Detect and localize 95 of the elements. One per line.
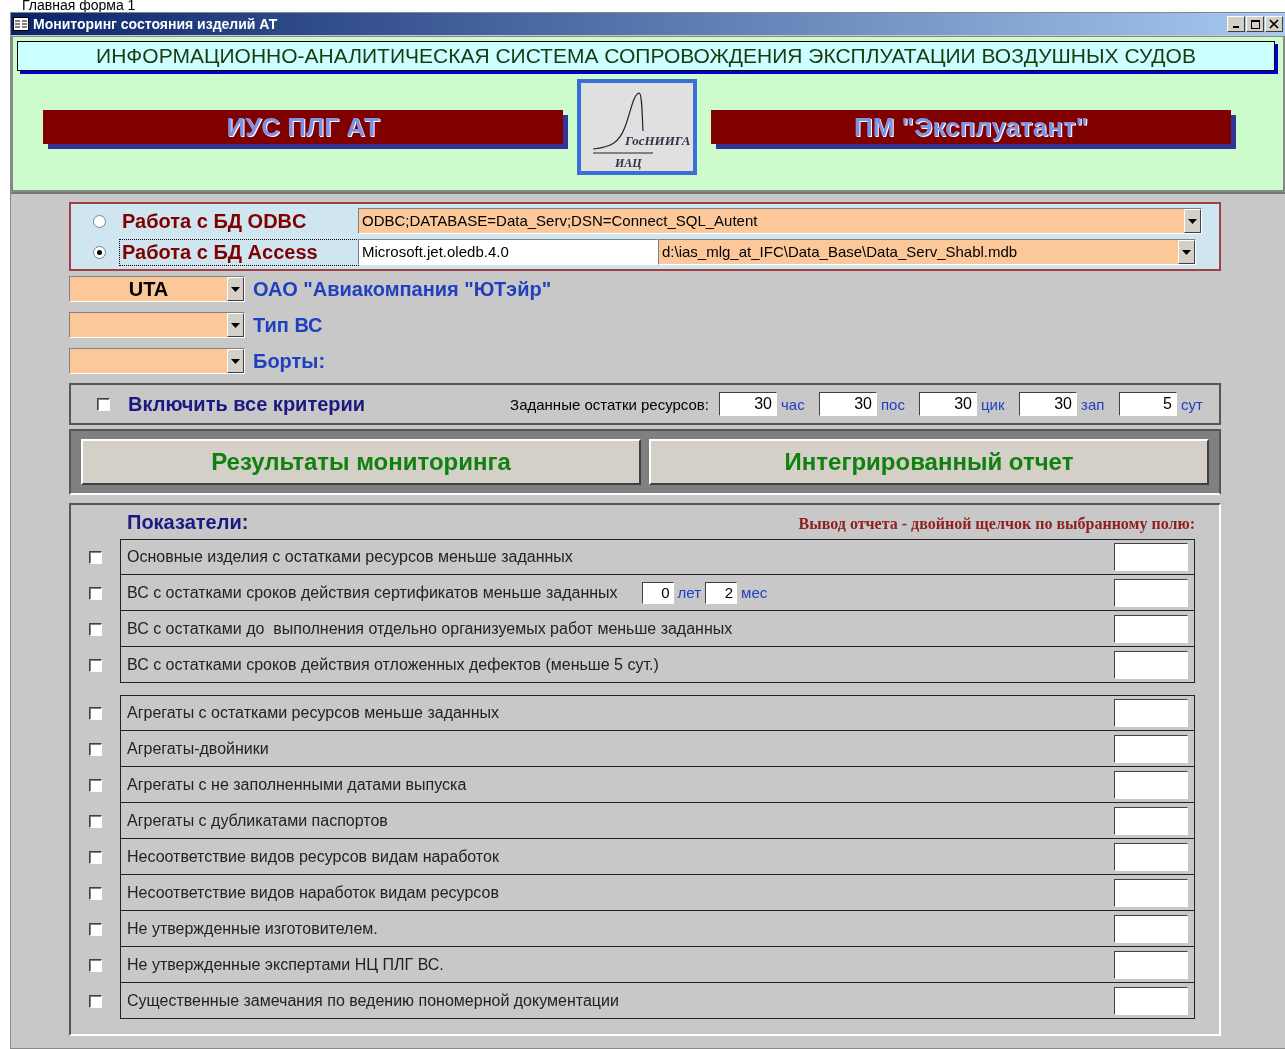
indicator-label: Несоответствие видов ресурсов видам наработок [127,847,499,866]
caption-text: Главная форма 1 [22,0,136,12]
indicator-row[interactable]: Агрегаты с дубликатами паспортов [120,803,1195,839]
indicator-row[interactable]: Агрегаты-двойники [120,731,1195,767]
section-title: Показатели: [127,511,249,534]
radio-label[interactable]: Работа с БД Access [120,239,358,265]
checkbox[interactable] [89,586,102,600]
dropdown-field[interactable]: ODBC;DATABASE=Data_Serv;DSN=Connect_SQL_Autent [358,208,1202,234]
number-field[interactable]: 2 [705,581,738,604]
indicator-row[interactable]: Несоответствие видов наработок видам ресурсов [120,875,1195,911]
resources-label: Заданные остатки ресурсов: [510,395,709,413]
result-field[interactable] [1114,950,1188,979]
unit-label: сут [1181,395,1204,413]
indicator-label: ВС с остатками сроков действия отложенных дефектов (меньше 5 сут.) [127,655,659,674]
indicator-row[interactable]: Существенные замечания по ведению пономерной документации [120,983,1195,1019]
checkbox[interactable] [89,922,102,936]
filter-label: Борты: [253,349,326,373]
close-icon [1268,18,1280,30]
unit-label: час [781,395,806,413]
result-field[interactable] [1114,699,1188,727]
checkbox[interactable] [89,778,102,792]
result-field[interactable] [1114,614,1188,643]
indicator-label: ВС с остатками сроков действия сертификатов меньше заданных [127,583,618,602]
indicator-label: Агрегаты с дубликатами паспортов [127,811,388,830]
result-field[interactable] [1114,578,1188,607]
result-field[interactable] [1114,543,1188,571]
indicator-label: Несоответствие видов наработок видам ресурсов [127,883,499,902]
close-button[interactable] [1265,16,1283,32]
checkbox[interactable] [89,994,102,1008]
indicator-label: Агрегаты с остатками ресурсов меньше заданных [127,704,500,722]
number-field[interactable]: 0 [641,581,674,604]
number-field[interactable]: 30 [819,392,877,416]
number-field[interactable]: 30 [719,392,777,416]
indicator-row[interactable]: Не утвержденные изготовителем. [120,911,1195,947]
result-field[interactable] [1114,914,1188,943]
indicator-row[interactable]: ВС с остатками сроков действия отложенных дефектов (меньше 5 сут.) [120,647,1195,683]
dropdown-field[interactable] [69,312,245,338]
checkbox[interactable] [89,886,102,900]
result-field[interactable] [1114,806,1188,835]
checkbox[interactable] [89,706,102,720]
indicator-label: Основные изделия с остатками ресурсов меньше заданных [127,548,573,566]
indicator-row[interactable]: Не утвержденные экспертами НЦ ПЛГ ВС. [120,947,1195,983]
radio-button[interactable] [93,214,106,228]
checkbox[interactable] [89,814,102,828]
minimize-icon [1233,26,1239,28]
indicator-label: Агрегаты-двойники [127,739,269,758]
filter-label: ОАО "Авиакомпания "ЮТэйр" [253,277,552,301]
checkbox[interactable] [89,658,102,672]
dropdown-field[interactable]: UTA [69,276,245,302]
result-field[interactable] [1114,842,1188,871]
system-banner: ИНФОРМАЦИОННО-АНАЛИТИЧЕСКАЯ СИСТЕМА СОПРОВОЖДЕНИЯ ЭКСПЛУАТАЦИИ ВОЗДУШНЫХ СУДОВ [17,41,1275,71]
result-field[interactable] [1114,878,1188,907]
checkbox-label[interactable]: Включить все критерии [128,392,366,416]
radio-button[interactable] [93,245,106,259]
dropdown-field[interactable] [69,348,245,374]
indicator-label: Не утвержденные изготовителем. [127,919,378,938]
unit-label: цик [981,395,1006,413]
dropdown-field[interactable]: d:\ias_mlg_at_IFC\Data_Base\Data_Serv_Shabl.mdb [658,239,1196,265]
indicator-label: Не утвержденные экспертами НЦ ПЛГ ВС. [127,955,444,974]
indicator-row[interactable]: ВС с остатками сроков действия сертификатов меньше заданных 0 лет 2 мес [120,575,1195,611]
form-icon [13,17,29,31]
text-field[interactable]: Microsoft.jet.oledb.4.0 [358,239,658,265]
indicator-row[interactable]: ВС с остатками до выполнения отдельно организуемых работ меньше заданных [120,611,1195,647]
unit-label: лет [677,584,702,601]
checkbox[interactable] [97,397,110,411]
number-field[interactable]: 30 [919,392,977,416]
filter-label: Тип ВС [253,313,323,337]
unit-label: зап [1081,395,1106,413]
number-field[interactable]: 5 [1119,392,1177,416]
result-field[interactable] [1114,770,1188,799]
checkbox[interactable] [89,958,102,972]
unit-label: пос [881,395,906,413]
result-field[interactable] [1114,650,1188,679]
maximize-icon [1249,18,1261,30]
indicator-label: ВС с остатками до выполнения отдельно организуемых работ меньше заданных [127,619,733,638]
indicator-row[interactable]: Несоответствие видов ресурсов видам наработок [120,839,1195,875]
radio-label[interactable]: Работа с БД ODBC [120,208,358,234]
hint-text: Вывод отчета - двойной щелчок по выбранному полю: [798,515,1195,533]
maximize-button[interactable] [1246,16,1264,32]
checkbox[interactable] [89,622,102,636]
result-field[interactable] [1114,986,1188,1015]
checkbox[interactable] [89,742,102,756]
indicator-label: Существенные замечания по ведению пономерной документации [127,991,619,1010]
number-field[interactable]: 30 [1019,392,1077,416]
indicator-row[interactable]: Агрегаты с остатками ресурсов меньше заданных [120,695,1195,731]
window-title: Мониторинг состояния изделий АТ [33,16,278,32]
minimize-button[interactable] [1227,16,1245,32]
indicator-label: Агрегаты с не заполненными датами выпуска [127,775,467,794]
indicator-row[interactable]: Агрегаты с не заполненными датами выпуска [120,767,1195,803]
checkbox[interactable] [89,550,102,564]
indicator-row[interactable]: Основные изделия с остатками ресурсов меньше заданных [120,539,1195,575]
checkbox[interactable] [89,850,102,864]
unit-label: мес [741,584,768,601]
result-field[interactable] [1114,734,1188,763]
logo: ГосНИИГА ИАЦ [577,79,697,175]
